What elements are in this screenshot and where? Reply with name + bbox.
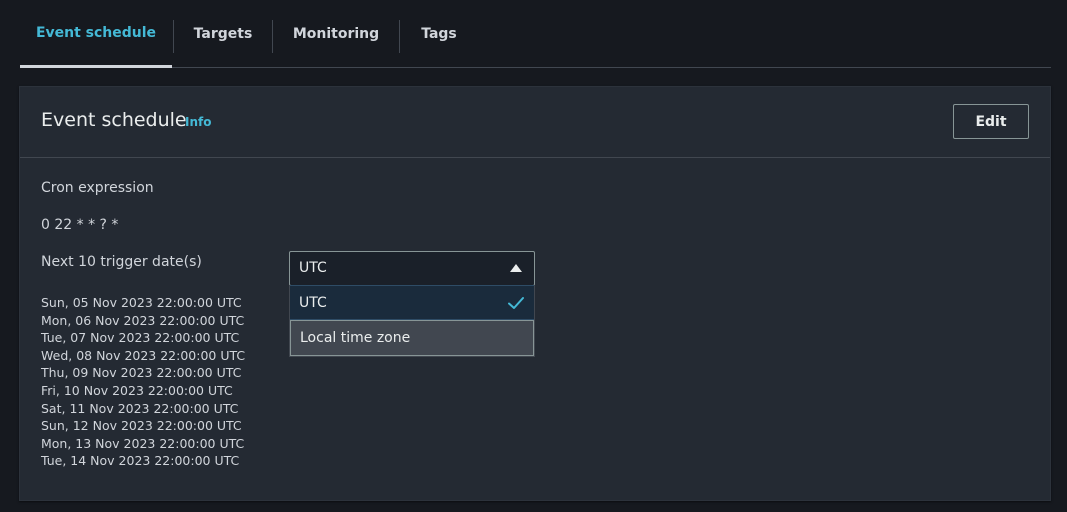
timezone-option-local[interactable]: Local time zone <box>290 320 534 356</box>
tab-monitoring[interactable]: Monitoring <box>273 0 399 68</box>
info-link[interactable]: Info <box>185 115 211 129</box>
cron-expression-label: Cron expression <box>41 180 154 196</box>
trigger-date: Mon, 06 Nov 2023 22:00:00 UTC <box>41 312 245 328</box>
check-icon <box>508 297 524 309</box>
trigger-date: Sun, 05 Nov 2023 22:00:00 UTC <box>41 295 242 310</box>
timezone-select[interactable]: UTC <box>289 251 535 286</box>
trigger-date: Sun, 12 Nov 2023 22:00:00 UTC <box>41 418 242 434</box>
trigger-date: Thu, 09 Nov 2023 22:00:00 UTC <box>41 365 242 381</box>
trigger-date: Wed, 08 Nov 2023 22:00:00 UTC <box>41 347 246 363</box>
option-label: Local time zone <box>300 330 411 346</box>
timezone-dropdown-menu: UTC Local time zone <box>289 285 535 357</box>
panel-header: Event schedule Info Edit <box>20 87 1050 158</box>
caret-up-icon <box>510 264 522 272</box>
edit-button[interactable]: Edit <box>953 104 1029 139</box>
trigger-date: Fri, 10 Nov 2023 22:00:00 UTC <box>41 382 233 398</box>
tab-targets[interactable]: Targets <box>174 0 272 68</box>
trigger-date: Tue, 07 Nov 2023 22:00:00 UTC <box>41 330 240 346</box>
tab-event-schedule[interactable]: Event schedule <box>20 0 172 68</box>
trigger-dates-label: Next 10 trigger date(s) <box>41 254 202 270</box>
panel-title: Event schedule <box>41 109 187 131</box>
timezone-option-utc[interactable]: UTC <box>290 285 534 320</box>
tab-tags[interactable]: Tags <box>400 0 478 68</box>
trigger-date: Tue, 14 Nov 2023 22:00:00 UTC <box>41 453 240 469</box>
tab-bar: Event schedule Targets Monitoring Tags <box>20 0 1051 68</box>
cron-expression-value: 0 22 * * ? * <box>41 217 119 233</box>
option-label: UTC <box>299 294 327 311</box>
event-schedule-panel: Event schedule Info Edit Cron expression… <box>19 86 1051 501</box>
trigger-date: Mon, 13 Nov 2023 22:00:00 UTC <box>41 435 245 451</box>
timezone-select-value: UTC <box>299 260 327 276</box>
trigger-date-list: Sun, 05 Nov 2023 22:00:00 UTC Mon, 06 No… <box>41 294 245 470</box>
trigger-date: Sat, 11 Nov 2023 22:00:00 UTC <box>41 400 239 416</box>
